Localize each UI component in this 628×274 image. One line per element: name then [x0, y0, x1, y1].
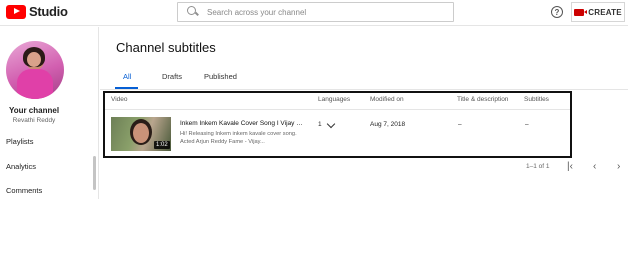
sidebar-item-playlists[interactable]: Playlists	[6, 137, 34, 146]
search-icon	[186, 5, 200, 19]
languages-count: 1	[318, 121, 322, 128]
sidebar-item-comments[interactable]: Comments	[6, 186, 42, 195]
avatar-body	[17, 69, 53, 99]
next-page-icon[interactable]: ›	[617, 161, 620, 172]
previous-page-icon[interactable]: ‹	[593, 161, 596, 172]
column-header-subtitles: Subtitles	[524, 96, 549, 103]
column-header-title-description: Title & description	[457, 96, 509, 103]
tab-drafts[interactable]: Drafts	[162, 72, 182, 81]
channel-username: Revathi Reddy	[12, 117, 56, 124]
first-page-icon[interactable]: |‹	[567, 161, 573, 172]
pagination-range: 1–1 of 1	[526, 163, 550, 170]
video-duration-badge: 1:02	[154, 141, 170, 149]
avatar-face	[27, 52, 41, 67]
create-label: CREATE	[588, 7, 622, 17]
video-title-link[interactable]: Inkem Inkem Kavale Cover Song I Vijay D.…	[180, 120, 306, 127]
create-button[interactable]: CREATE	[571, 2, 625, 22]
tab-all[interactable]: All	[123, 72, 131, 81]
thumbnail-face	[133, 123, 149, 143]
avatar[interactable]	[6, 41, 64, 99]
sidebar-item-analytics[interactable]: Analytics	[6, 162, 36, 171]
sidebar-scrollbar[interactable]	[93, 156, 96, 190]
column-header-languages[interactable]: Languages	[318, 96, 350, 103]
video-camera-icon	[574, 8, 588, 16]
studio-logo[interactable]: Studio	[6, 4, 68, 19]
page-title: Channel subtitles	[116, 40, 216, 55]
search-input[interactable]: Search across your channel	[177, 2, 454, 22]
column-header-modified[interactable]: Modified on	[370, 96, 404, 103]
logo-text: Studio	[29, 4, 68, 19]
top-bar: Studio Search across your channel ? CREA…	[0, 0, 628, 26]
help-icon[interactable]: ?	[551, 6, 563, 18]
search-placeholder: Search across your channel	[207, 7, 307, 17]
subtitles-status: –	[525, 121, 529, 128]
sidebar: Your channel Revathi Reddy Playlists Ana…	[0, 27, 99, 199]
title-description-status: –	[458, 121, 462, 128]
video-description: Hi! Releasing Inkem inkem kavale cover s…	[180, 131, 297, 145]
modified-date: Aug 7, 2018	[370, 121, 406, 128]
tab-published[interactable]: Published	[204, 72, 237, 81]
header-divider	[105, 109, 570, 110]
column-header-video: Video	[111, 96, 128, 103]
youtube-logo-icon	[6, 4, 26, 19]
tabs-divider	[100, 89, 628, 90]
channel-title: Your channel	[8, 106, 60, 115]
